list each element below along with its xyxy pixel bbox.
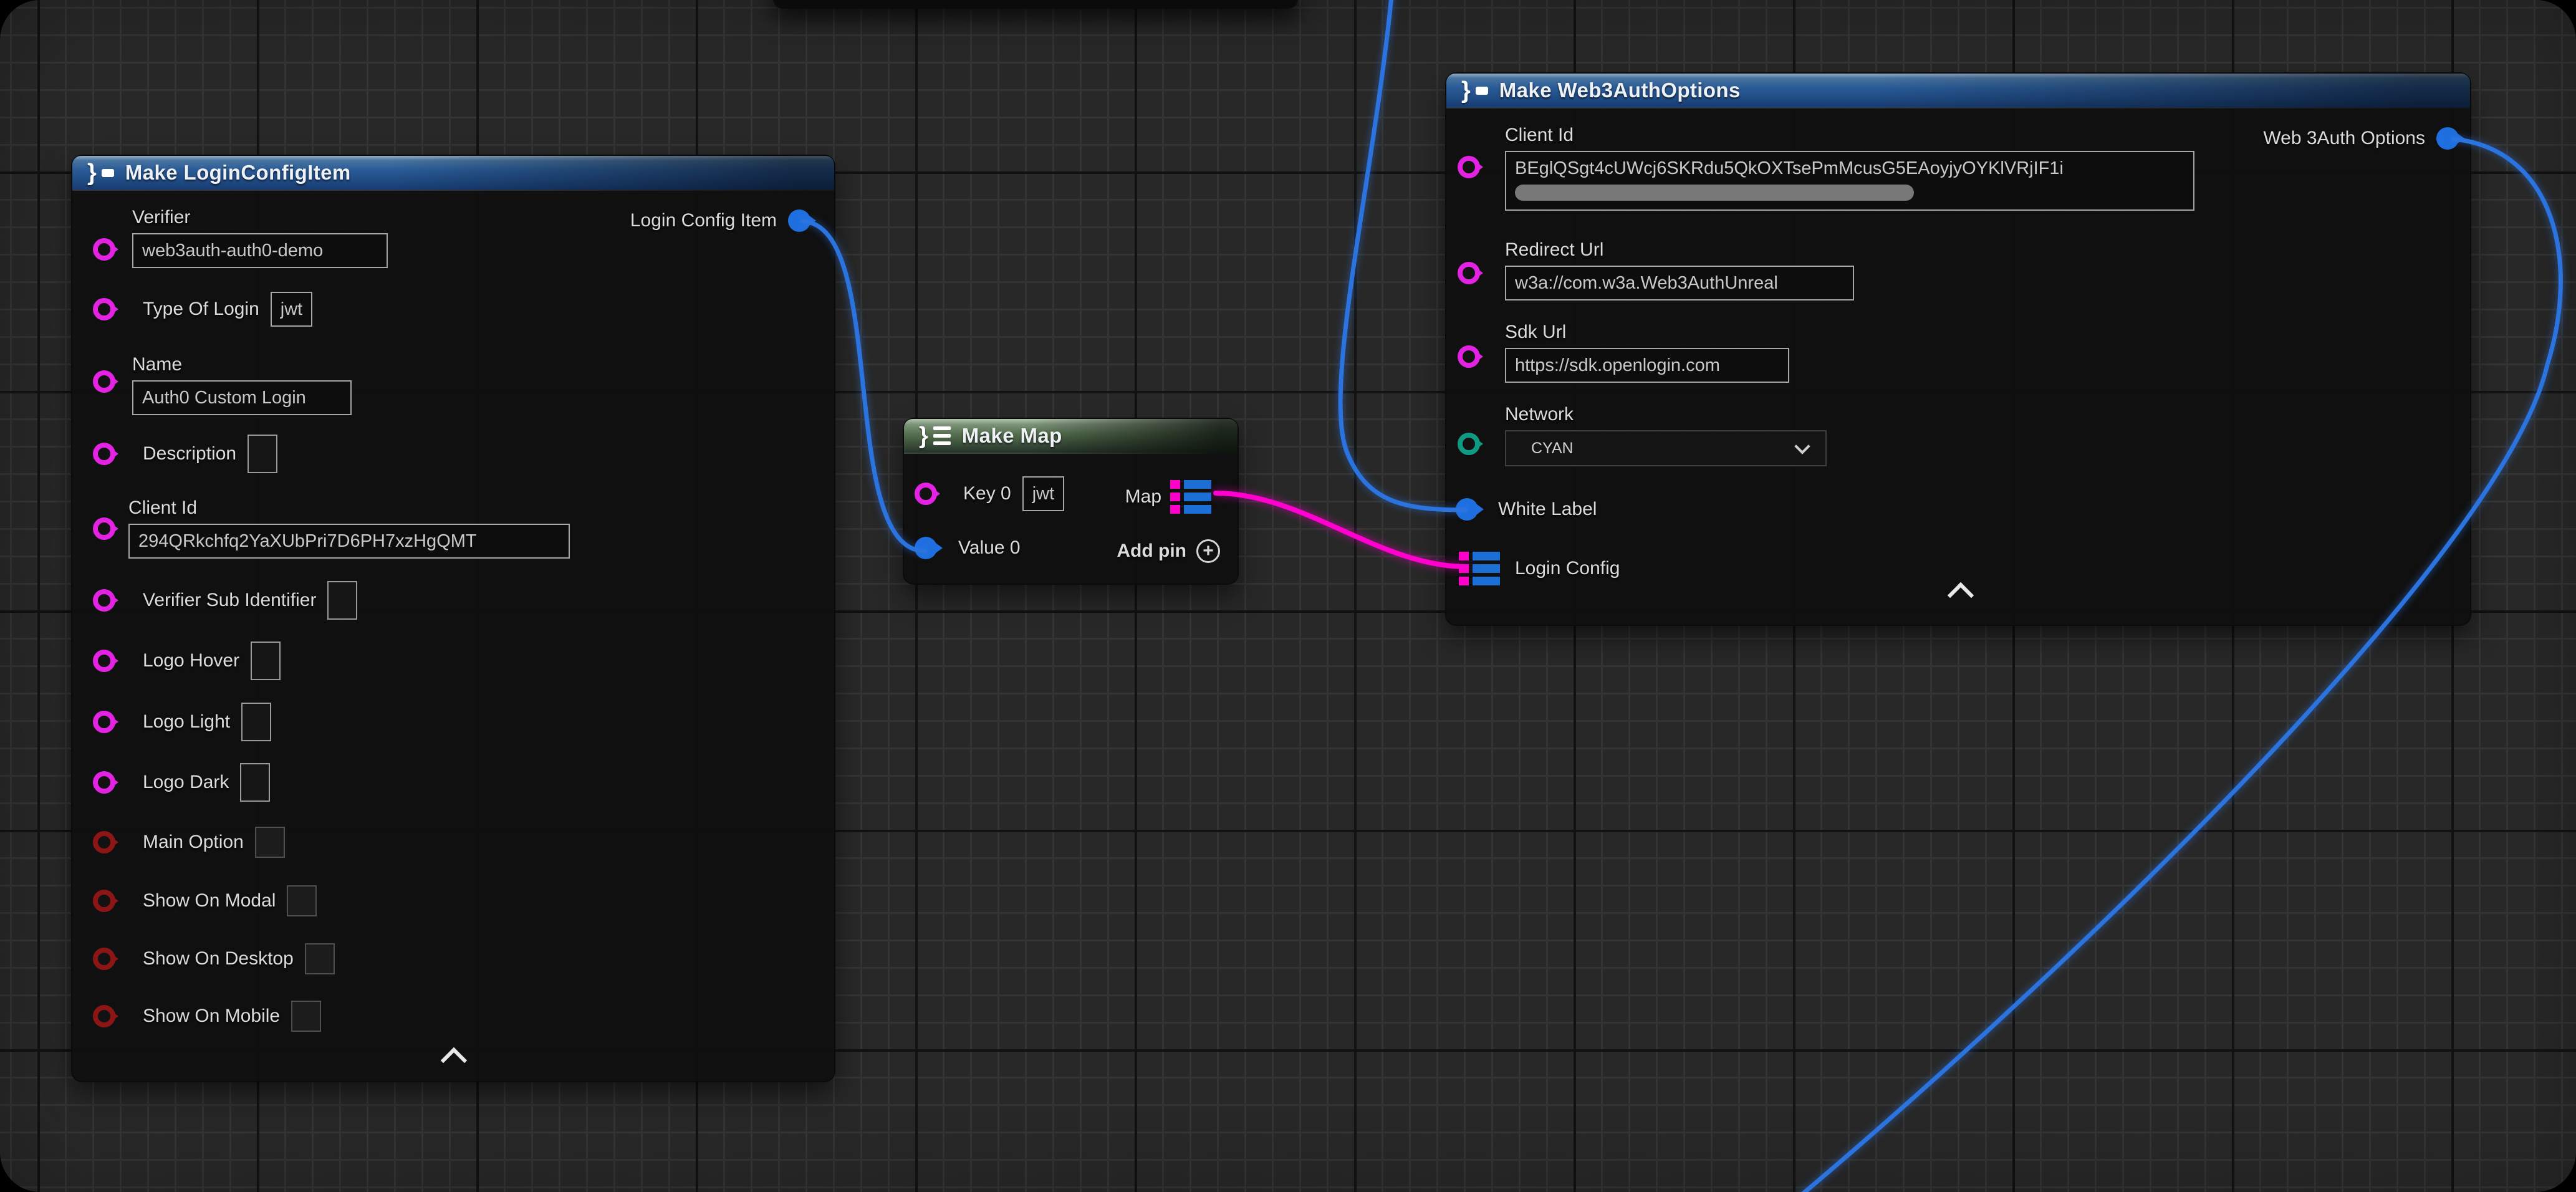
add-pin-row[interactable]: Add pin + <box>1117 539 1220 563</box>
add-pin-label: Add pin <box>1117 541 1186 562</box>
name-label: Name <box>132 354 352 375</box>
redirect-url-label: Redirect Url <box>1505 239 1854 261</box>
web3auth-options-output-pin[interactable] <box>2436 127 2459 150</box>
show-on-desktop-label: Show On Desktop <box>143 948 294 969</box>
blueprint-graph-canvas[interactable]: } Make LoginConfigItem Login Config Item… <box>0 0 2576 1192</box>
node-header-make-map[interactable]: } Make Map <box>904 419 1238 454</box>
show-on-mobile-checkbox[interactable] <box>291 1001 321 1032</box>
verifier-pin[interactable] <box>93 238 115 261</box>
node-header-make-loginconfigitem[interactable]: } Make LoginConfigItem <box>72 156 834 191</box>
node-make-web3authoptions[interactable]: } Make Web3AuthOptions Web 3Auth Options… <box>1446 74 2470 625</box>
value-0-label: Value 0 <box>958 537 1021 559</box>
node-make-map[interactable]: } Make Map Key 0 jwt Map Value 0 Add pin… <box>904 419 1238 584</box>
collapse-chevron-icon[interactable] <box>441 1047 467 1074</box>
client-id-label: Client Id <box>128 497 570 519</box>
show-on-desktop-pin[interactable] <box>93 948 115 970</box>
sdk-url-label: Sdk Url <box>1505 322 1789 343</box>
sdk-url-pin[interactable] <box>1458 345 1480 368</box>
name-field[interactable]: Auth0 Custom Login <box>132 380 352 415</box>
logo-dark-field[interactable] <box>240 763 270 802</box>
description-pin[interactable] <box>93 443 115 465</box>
wire-map-to-loginconfig <box>1216 493 1466 567</box>
show-on-modal-label: Show On Modal <box>143 890 276 911</box>
main-option-pin[interactable] <box>93 831 115 853</box>
value-0-pin[interactable] <box>915 537 937 559</box>
network-pin[interactable] <box>1458 433 1480 455</box>
network-label: Network <box>1505 404 1827 425</box>
main-option-checkbox[interactable] <box>255 827 285 858</box>
add-pin-icon[interactable]: + <box>1196 539 1220 563</box>
type-of-login-pin[interactable] <box>93 298 115 320</box>
logo-light-label: Logo Light <box>143 711 230 733</box>
make-container-icon: } <box>919 424 951 448</box>
name-pin[interactable] <box>93 370 115 393</box>
chevron-down-icon <box>1794 438 1810 454</box>
type-of-login-field[interactable]: jwt <box>271 292 312 327</box>
show-on-mobile-label: Show On Mobile <box>143 1006 280 1027</box>
node-title: Make Map <box>962 424 1062 448</box>
show-on-modal-pin[interactable] <box>93 890 115 912</box>
description-label: Description <box>143 443 236 464</box>
verifier-field[interactable]: web3auth-auth0-demo <box>132 233 388 268</box>
login-config-map-pin-icon[interactable] <box>1459 552 1500 585</box>
network-dropdown[interactable]: CYAN <box>1505 430 1827 466</box>
sdk-url-field[interactable]: https://sdk.openlogin.com <box>1505 348 1789 383</box>
key-0-field[interactable]: jwt <box>1022 476 1064 511</box>
description-field[interactable] <box>248 435 277 473</box>
logo-dark-label: Logo Dark <box>143 772 229 793</box>
logo-hover-field[interactable] <box>251 642 281 680</box>
client-id-field[interactable]: 294QRkchfq2YaXUbPri7D6PH7xzHgQMT <box>128 524 570 559</box>
key-0-label: Key 0 <box>963 483 1011 504</box>
logo-hover-pin[interactable] <box>93 650 115 672</box>
map-output-label: Map <box>1125 486 1161 507</box>
output-row-web3auth-options: Web 3Auth Options <box>2263 127 2459 150</box>
network-dropdown-value: CYAN <box>1531 440 1574 458</box>
node-title: Make Web3AuthOptions <box>1499 79 1741 102</box>
logo-dark-pin[interactable] <box>93 771 115 794</box>
client-id-label: Client Id <box>1505 125 2194 146</box>
offscreen-node-partial[interactable] <box>773 0 1298 9</box>
map-pin-icon[interactable] <box>1170 480 1211 514</box>
redirect-url-pin[interactable] <box>1458 262 1480 284</box>
client-id-pin[interactable] <box>1458 156 1480 178</box>
verifier-sub-identifier-label: Verifier Sub Identifier <box>143 590 316 611</box>
node-header-make-web3authoptions[interactable]: } Make Web3AuthOptions <box>1446 74 2470 108</box>
verifier-sub-identifier-field[interactable] <box>327 581 357 620</box>
collapse-chevron-icon[interactable] <box>1948 582 1974 608</box>
key-0-pin[interactable] <box>915 483 937 505</box>
logo-light-pin[interactable] <box>93 711 115 733</box>
type-of-login-label: Type Of Login <box>143 299 259 320</box>
login-config-label: Login Config <box>1515 558 1620 579</box>
web3auth-options-output-label: Web 3Auth Options <box>2263 128 2425 149</box>
logo-light-field[interactable] <box>241 703 271 741</box>
node-make-loginconfigitem[interactable]: } Make LoginConfigItem Login Config Item… <box>72 156 834 1081</box>
client-id-field[interactable]: BEglQSgt4cUWcj6SKRdu5QkOXTsePmMcusG5EAoy… <box>1505 151 2194 211</box>
show-on-mobile-pin[interactable] <box>93 1005 115 1027</box>
white-label-pin[interactable] <box>1456 498 1478 521</box>
main-option-label: Main Option <box>143 832 244 853</box>
output-pin-label: Login Config Item <box>630 210 777 231</box>
map-output-row: Map <box>1125 480 1211 514</box>
white-label-label: White Label <box>1498 499 1597 520</box>
logo-hover-label: Logo Hover <box>143 650 239 671</box>
client-id-field-text: BEglQSgt4cUWcj6SKRdu5QkOXTsePmMcusG5EAoy… <box>1515 158 2064 178</box>
verifier-label: Verifier <box>132 207 388 228</box>
client-id-field-scrollbar[interactable] <box>1515 185 1914 201</box>
make-struct-icon: } <box>87 161 114 185</box>
client-id-pin[interactable] <box>93 517 115 540</box>
node-title: Make LoginConfigItem <box>125 161 351 185</box>
login-config-item-output-pin[interactable] <box>788 209 810 232</box>
show-on-modal-checkbox[interactable] <box>287 885 317 916</box>
verifier-sub-identifier-pin[interactable] <box>93 589 115 612</box>
make-struct-icon: } <box>1461 79 1488 102</box>
output-row-login-config-item: Login Config Item <box>630 209 810 232</box>
redirect-url-field[interactable]: w3a://com.w3a.Web3AuthUnreal <box>1505 266 1854 300</box>
show-on-desktop-checkbox[interactable] <box>305 943 335 974</box>
